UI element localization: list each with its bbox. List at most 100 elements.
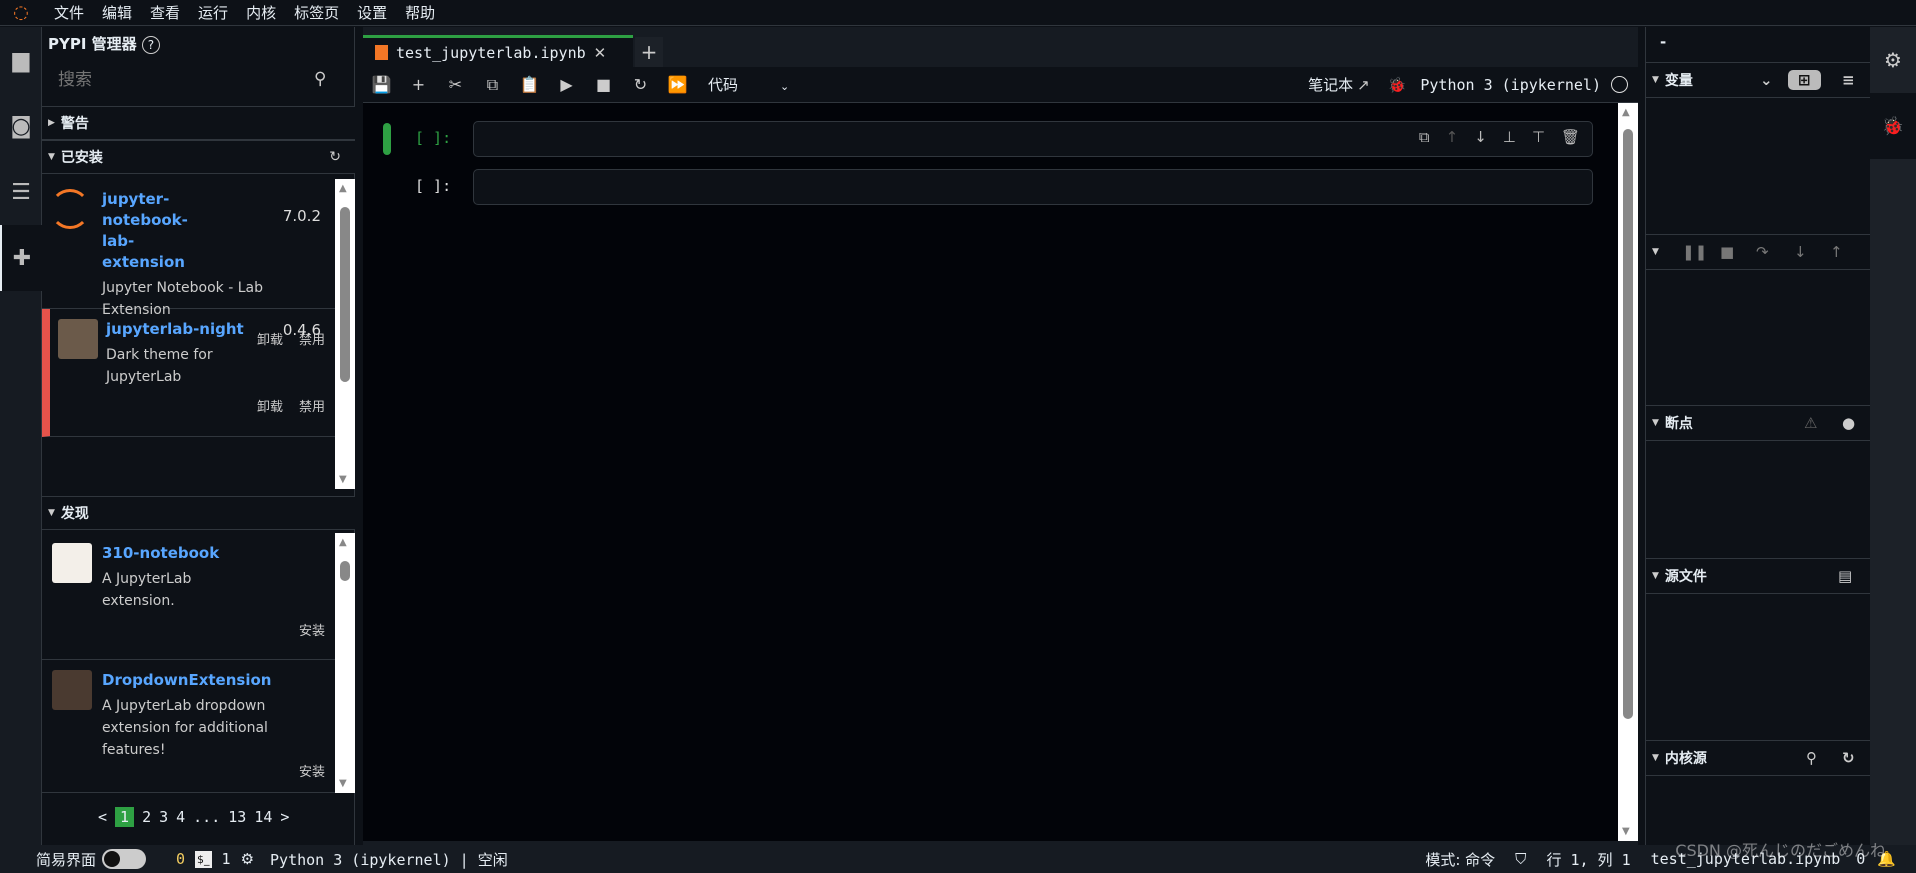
- kernels-count[interactable]: 1: [222, 850, 231, 868]
- move-up-icon[interactable]: ↑: [1446, 128, 1459, 146]
- insert-above-icon[interactable]: ⊥: [1503, 128, 1516, 146]
- cell-type-select[interactable]: 代码 ⌄: [708, 74, 808, 95]
- jupyter-logo-avatar: [50, 189, 90, 229]
- pause-icon[interactable]: ❚❚: [1682, 243, 1707, 261]
- step-over-icon[interactable]: ↷: [1756, 243, 1769, 261]
- insert-below-icon[interactable]: ⊤: [1532, 128, 1545, 146]
- pypi-manager-panel: PYPI 管理器 ? ⚲ ▶ 警告 ▼ 已安装 ↻ jupyter-notebook-…: [42, 27, 355, 845]
- search-icon[interactable]: ⚲: [1806, 749, 1817, 767]
- duplicate-icon[interactable]: ⧉: [1419, 128, 1430, 146]
- refresh-icon[interactable]: ↻: [1842, 749, 1855, 767]
- menu-run[interactable]: 运行: [198, 2, 228, 23]
- save-icon[interactable]: 💾: [363, 75, 400, 94]
- running-stop-icon[interactable]: ◙: [0, 93, 42, 159]
- paste-icon[interactable]: 📋: [511, 75, 548, 94]
- notebook-icon: [375, 45, 388, 60]
- help-icon[interactable]: ?: [141, 36, 160, 54]
- menu-kernel[interactable]: 内核: [246, 2, 276, 23]
- page-button[interactable]: 4: [176, 808, 185, 826]
- search-icon[interactable]: ⚲: [314, 69, 326, 89]
- variables-section-header[interactable]: ▼ 变量 ⌄ ⊞ ≡: [1646, 62, 1871, 98]
- simple-mode-toggle[interactable]: [102, 849, 147, 869]
- warnings-section-header[interactable]: ▶ 警告: [42, 106, 355, 140]
- chevron-down-icon[interactable]: ⌄: [1760, 71, 1773, 89]
- kernel-sources-section-header[interactable]: ▼ 内核源 ⚲ ↻: [1646, 740, 1871, 776]
- menu-edit[interactable]: 编辑: [102, 2, 132, 23]
- notebook-scrollbar[interactable]: ▲ ▼: [1618, 103, 1638, 841]
- package-name[interactable]: DropdownExtension: [102, 670, 325, 691]
- notebook-area: test_jupyterlab.ipynb ✕ + 💾 + ✂ ⧉ 📋 ▶ ■ …: [363, 27, 1638, 845]
- page-button[interactable]: 2: [142, 808, 151, 826]
- page-button[interactable]: 14: [254, 808, 272, 826]
- search-input[interactable]: [52, 65, 312, 95]
- discover-scrollbar[interactable]: ▲ ▼: [335, 533, 355, 793]
- menu-help[interactable]: 帮助: [405, 2, 435, 23]
- remove-breakpoints-icon[interactable]: ●: [1842, 414, 1855, 432]
- page-button[interactable]: 1: [115, 807, 135, 827]
- package-name[interactable]: 310-notebook: [102, 543, 325, 564]
- terminals-count[interactable]: 0: [176, 850, 185, 868]
- folder-icon[interactable]: ▆: [0, 27, 42, 93]
- menu-tabs[interactable]: 标签页: [294, 2, 339, 23]
- menu-view[interactable]: 查看: [150, 2, 180, 23]
- list-item: 310-notebook A JupyterLab extension. 安装: [42, 533, 355, 660]
- tree-view-icon[interactable]: ⊞: [1788, 70, 1821, 90]
- right-sidebar-tabs: ⚙ 🐞: [1870, 27, 1916, 845]
- add-cell-icon[interactable]: +: [400, 75, 437, 94]
- toc-list-icon[interactable]: ☰: [0, 159, 42, 225]
- warnings-label: 警告: [60, 116, 89, 132]
- installed-scrollbar[interactable]: ▲ ▼: [335, 179, 355, 489]
- bug-icon[interactable]: 🐞: [1388, 76, 1407, 94]
- next-page-button[interactable]: >: [280, 808, 289, 826]
- external-link-icon[interactable]: ↗: [1357, 76, 1370, 94]
- breakpoints-section-header[interactable]: ▼ 断点 ⚠ ●: [1646, 405, 1871, 441]
- extension-puzzle-icon[interactable]: ✚: [0, 225, 42, 291]
- restart-icon[interactable]: ↻: [622, 75, 659, 94]
- move-down-icon[interactable]: ↓: [1474, 128, 1487, 146]
- stop-icon[interactable]: ■: [1720, 243, 1734, 261]
- discover-section-header[interactable]: ▼ 发现: [42, 496, 355, 530]
- new-tab-button[interactable]: +: [635, 37, 663, 67]
- kernel-name[interactable]: Python 3 (ipykernel): [1420, 76, 1601, 94]
- disable-button[interactable]: 禁用: [299, 400, 325, 415]
- step-out-icon[interactable]: ↑: [1830, 243, 1843, 261]
- debugger-bug-icon[interactable]: 🐞: [1870, 93, 1916, 159]
- warning-icon[interactable]: ⚠: [1804, 414, 1817, 432]
- page-button[interactable]: 13: [228, 808, 246, 826]
- sources-label: 源文件: [1664, 569, 1707, 585]
- install-button[interactable]: 安装: [299, 765, 325, 780]
- menu-settings[interactable]: 设置: [357, 2, 387, 23]
- uninstall-button[interactable]: 卸载: [257, 400, 283, 415]
- close-icon[interactable]: ✕: [594, 44, 607, 62]
- install-button[interactable]: 安装: [299, 624, 325, 639]
- installed-label: 已安装: [60, 150, 103, 166]
- delete-icon[interactable]: 🗑: [1561, 128, 1580, 146]
- trusted-shield-icon[interactable]: ⛉: [1515, 850, 1526, 868]
- kernel-status[interactable]: Python 3 (ipykernel) | 空闲: [270, 849, 508, 870]
- status-bar: 简易界面 0 $_ 1 ⚙ Python 3 (ipykernel) | 空闲 …: [0, 841, 1916, 873]
- installed-section-header[interactable]: ▼ 已安装 ↻: [42, 140, 355, 174]
- sources-section-header[interactable]: ▼ 源文件 ▤: [1646, 558, 1871, 594]
- copy-icon[interactable]: ⧉: [474, 75, 511, 95]
- cursor-position[interactable]: 行 1, 列 1: [1546, 849, 1630, 870]
- code-cell-editor[interactable]: [473, 169, 1593, 205]
- fast-forward-icon[interactable]: ⏩: [659, 75, 696, 94]
- open-notebook-button[interactable]: 笔记本: [1308, 74, 1353, 95]
- open-source-icon[interactable]: ▤: [1838, 567, 1852, 585]
- package-name[interactable]: jupyter-notebook-lab-extension: [102, 189, 217, 273]
- notebook-cells: [ ]: ⧉ ↑ ↓ ⊥ ⊤ 🗑 [ ]:: [363, 103, 1618, 841]
- cut-icon[interactable]: ✂: [437, 75, 474, 94]
- notebook-toolbar: 💾 + ✂ ⧉ 📋 ▶ ■ ↻ ⏩ 代码 ⌄ 笔记本 ↗ 🐞 Python 3 (…: [363, 67, 1638, 103]
- page-button[interactable]: 3: [159, 808, 168, 826]
- run-icon[interactable]: ▶: [548, 75, 585, 94]
- menu-file[interactable]: 文件: [54, 2, 84, 23]
- step-in-icon[interactable]: ↓: [1794, 243, 1807, 261]
- tab-notebook[interactable]: test_jupyterlab.ipynb ✕: [363, 35, 633, 67]
- prev-page-button[interactable]: <: [98, 808, 107, 826]
- refresh-icon[interactable]: ↻: [329, 149, 341, 165]
- property-inspector-gears-icon[interactable]: ⚙: [1870, 27, 1916, 93]
- table-view-icon[interactable]: ≡: [1842, 71, 1855, 89]
- mode-indicator[interactable]: 模式: 命令: [1425, 849, 1495, 870]
- code-cell-editor[interactable]: ⧉ ↑ ↓ ⊥ ⊤ 🗑: [473, 121, 1593, 157]
- stop-icon[interactable]: ■: [585, 75, 622, 94]
